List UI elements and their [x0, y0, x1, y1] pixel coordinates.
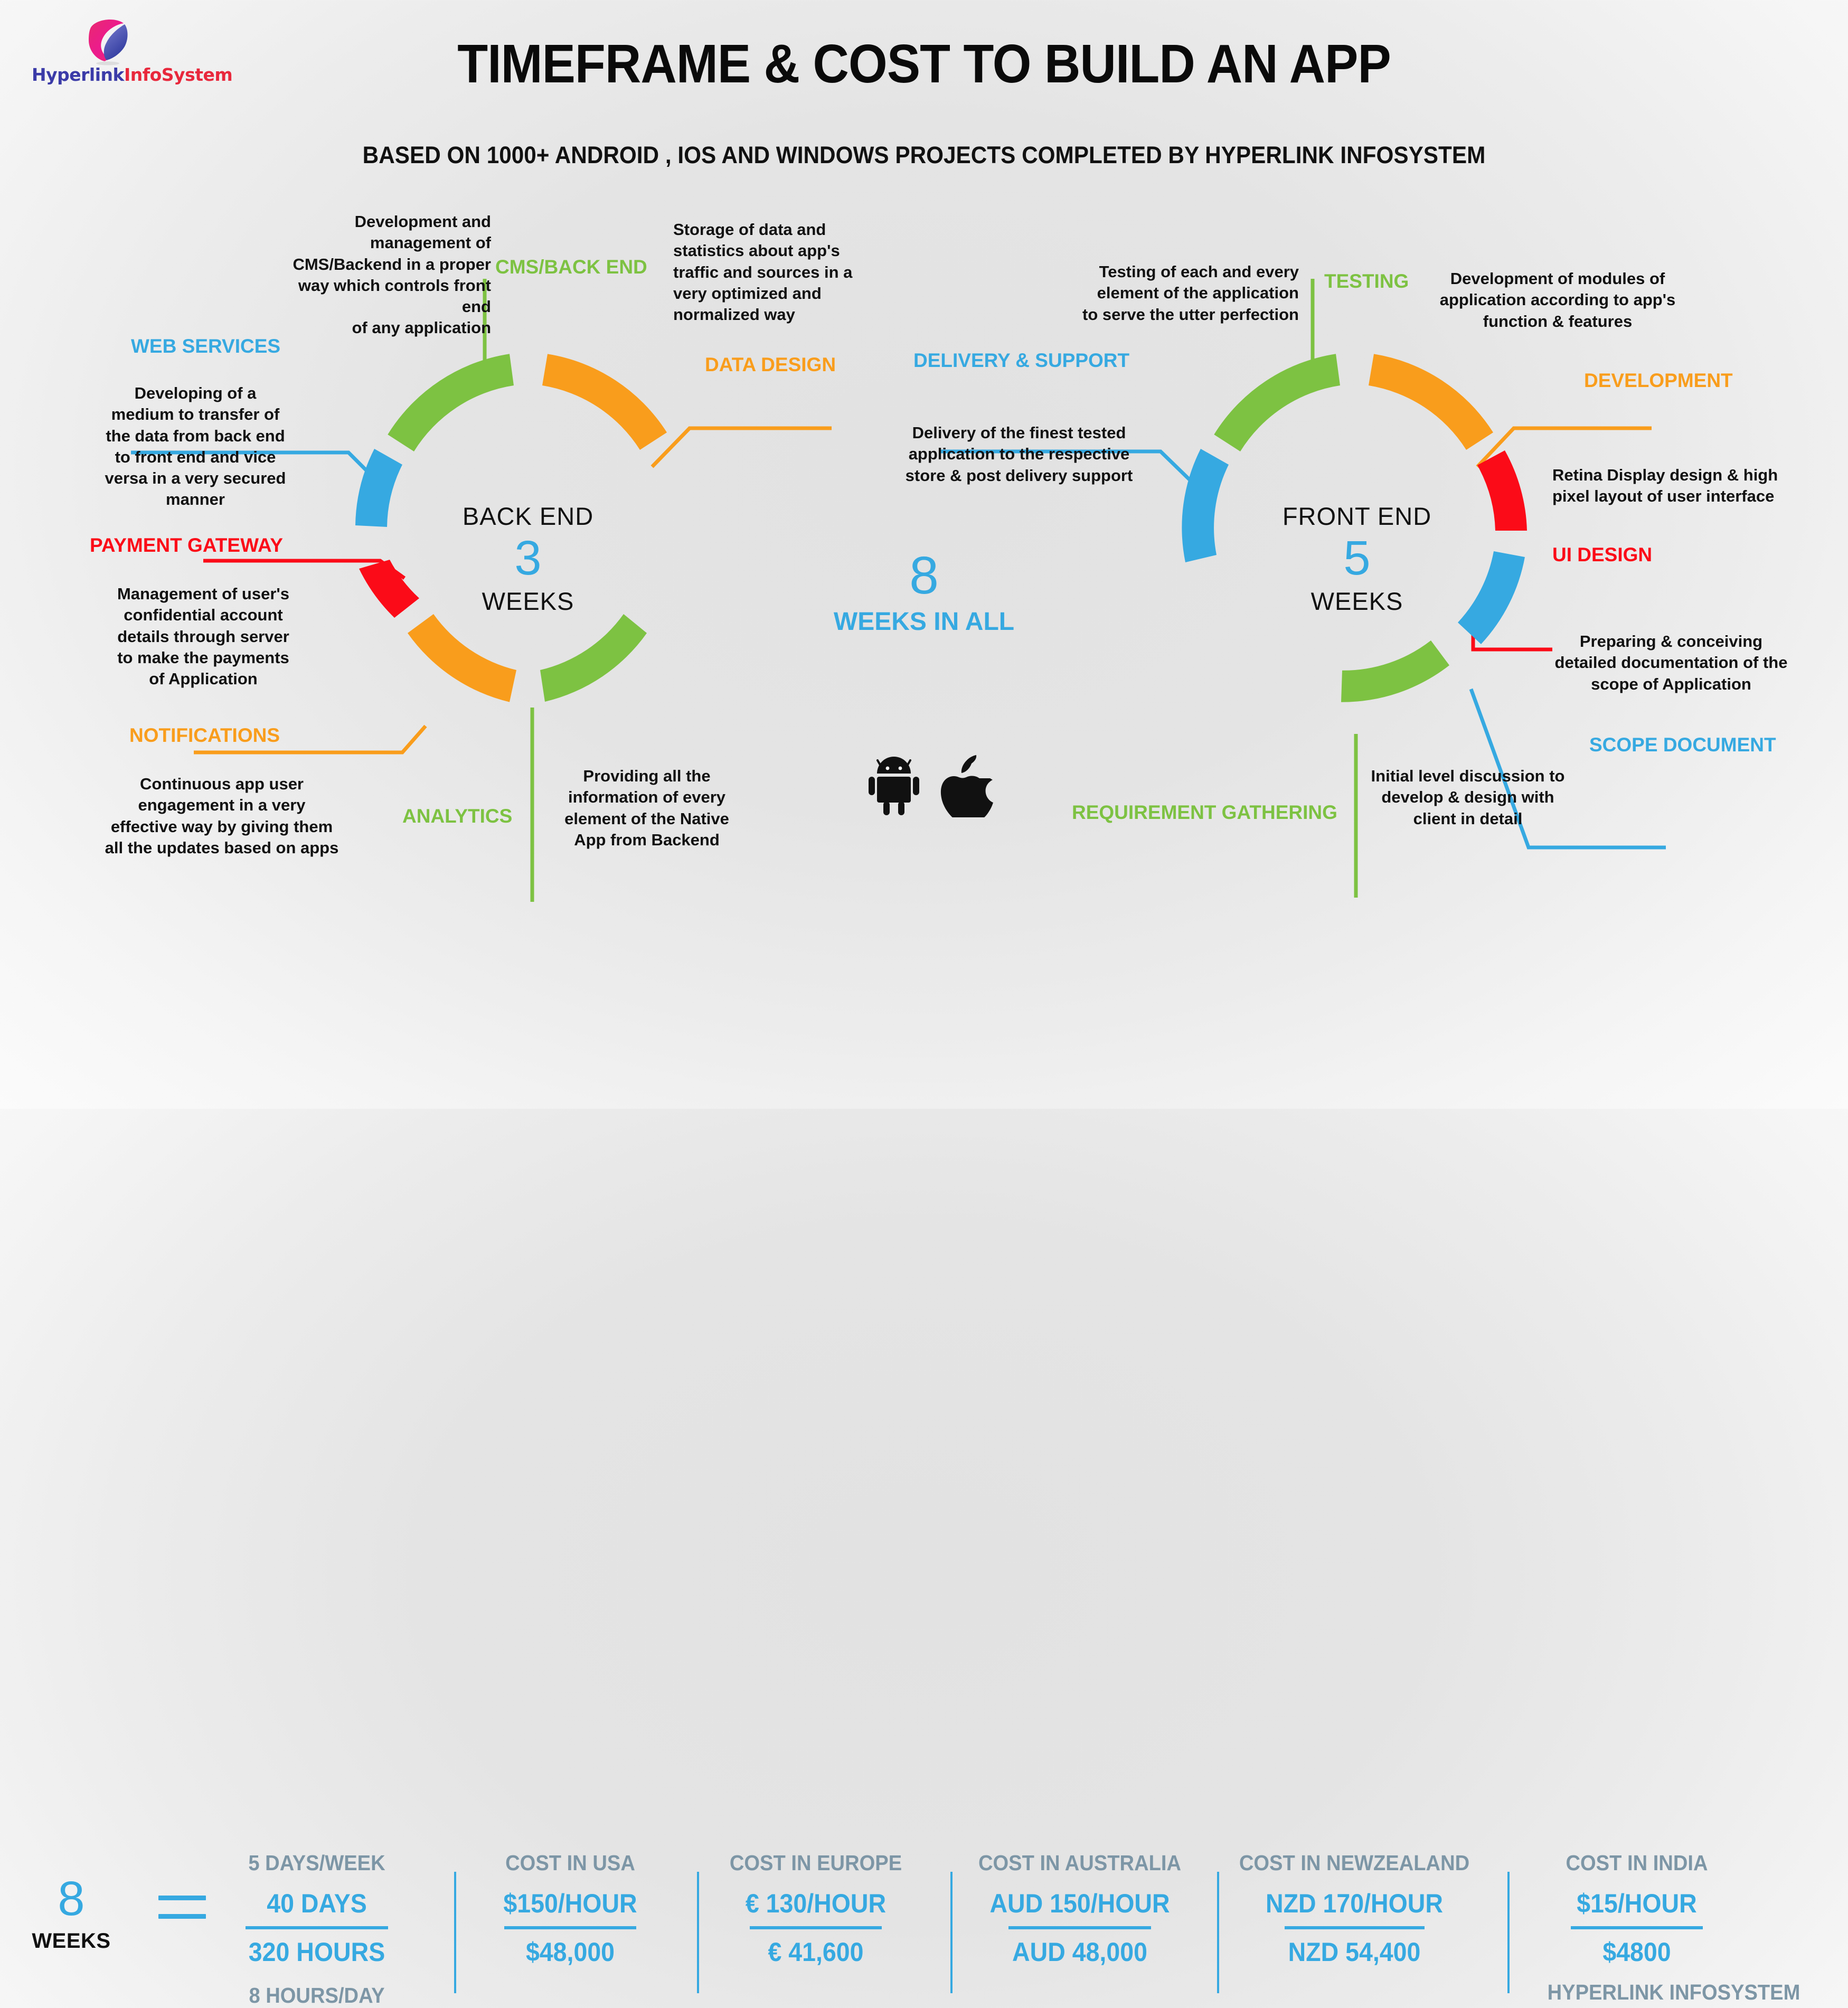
column-head: COST IN USA [505, 1851, 635, 1875]
label-cms-back-end: CMS/BACK END [495, 256, 647, 278]
infographic-canvas: HyperlinkInfoSystem TIMEFRAME & COST TO … [0, 0, 1848, 2007]
desc-notifications: Continuous app user engagement in a very e… [105, 775, 339, 857]
label-testing: TESTING [1324, 270, 1409, 292]
column-value: $15/HOUR [1577, 1889, 1697, 1918]
apple-icon [940, 755, 993, 821]
cost-column-days: 5 DAYS/WEEK 40 DAYS 320 HOURS 8 HOURS/DA… [211, 1851, 422, 2008]
column-head: 5 DAYS/WEEK [248, 1851, 385, 1875]
column-value: NZD 170/HOUR [1266, 1889, 1443, 1918]
desc-delivery-support: Delivery of the finest tested application… [905, 423, 1133, 485]
column-divider [1217, 1872, 1219, 1993]
backend-hub-unit: WEEKS [482, 587, 574, 615]
column-sub: AUD 48,000 [1012, 1937, 1147, 1967]
footer-weeks-unit: WEEKS [32, 1929, 111, 1953]
column-sub: 320 HOURS [248, 1937, 385, 1967]
arc-testing [1214, 354, 1340, 451]
label-analytics: ANALYTICS [402, 805, 513, 827]
frontend-hub-title: FRONT END [1282, 502, 1432, 530]
frontend-hub-unit: WEEKS [1310, 587, 1403, 615]
label-ui-design: UI DESIGN [1552, 544, 1653, 565]
arc-delivery-support [1182, 449, 1229, 562]
backend-hub-title: BACK END [462, 502, 594, 530]
column-value: 40 DAYS [267, 1889, 367, 1918]
footer-weeks-number: 8 [58, 1872, 85, 1926]
android-icon [869, 757, 919, 815]
desc-analytics: Providing all the information of every ele… [564, 767, 729, 849]
label-scope-document: SCOPE DOCUMENT [1589, 734, 1776, 756]
cost-column-india: COST IN INDIA $15/HOUR $4800 [1521, 1851, 1753, 1967]
arc-analytics [540, 614, 647, 702]
desc-ui-design: Retina Display design & high pixel layout… [1552, 466, 1778, 506]
column-divider [454, 1872, 456, 1993]
arc-data-design [542, 354, 667, 450]
total-weeks-unit: WEEKS IN ALL [833, 608, 1015, 636]
desc-payment-gateway: Management of user's confidential account… [117, 585, 290, 689]
footer-brand: HYPERLINK INFOSYSTEM [1547, 1980, 1800, 2004]
frontend-hub-number: 5 [1343, 531, 1371, 585]
desc-data-design: Storage of data and statistics about app'… [673, 220, 853, 324]
cost-table: 8 WEEKS 5 DAYS/WEEK 40 DAYS 320 HOURS 8 … [0, 921, 1848, 2007]
column-head: COST IN AUSTRALIA [978, 1851, 1182, 1875]
column-sub: NZD 54,400 [1288, 1937, 1421, 1967]
arc-web-services [355, 449, 402, 527]
column-divider [950, 1872, 953, 1993]
arc-ui-design [1477, 450, 1527, 531]
page-subtitle: BASED ON 1000+ ANDROID , IOS AND WINDOWS… [362, 142, 1486, 168]
label-requirement-gathering: REQUIREMENT GATHERING [1072, 802, 1337, 823]
column-head: COST IN NEWZEALAND [1239, 1851, 1470, 1875]
label-delivery-support: DELIVERY & SUPPORT [913, 350, 1130, 371]
desc-development: Development of modules of application acc… [1439, 269, 1676, 331]
total-weeks-number: 8 [909, 546, 939, 605]
backend-hub-number: 3 [514, 531, 542, 585]
desc-web-services: Developing of a medium to transfer of the … [105, 384, 286, 509]
column-note: 8 HOURS/DAY [249, 1983, 385, 2007]
column-head: COST IN INDIA [1566, 1851, 1708, 1875]
footer-weeks: 8 WEEKS [16, 1874, 127, 1953]
page-title: TIMEFRAME & COST TO BUILD AN APP [457, 33, 1391, 94]
label-web-services: WEB SERVICES [131, 335, 281, 357]
column-value: € 130/HOUR [745, 1889, 887, 1918]
cost-column-australia: COST IN AUSTRALIA AUD 150/HOUR AUD 48,00… [964, 1851, 1196, 1967]
desc-testing: Testing of each and every element of the … [1082, 262, 1299, 324]
column-divider [1507, 1872, 1510, 1993]
arc-development [1369, 354, 1493, 450]
arc-cms-back-end [388, 354, 514, 451]
desc-requirement-gathering: Initial level discussion to develop & des… [1371, 767, 1565, 828]
cost-column-newzealand: COST IN NEWZEALAND NZD 170/HOUR NZD 54,4… [1230, 1851, 1478, 1967]
column-divider [697, 1872, 699, 1993]
backend-hub: BACK END 3 WEEKS [401, 502, 655, 616]
cost-column-usa: COST IN USA $150/HOUR $48,000 [465, 1851, 676, 1967]
column-value: AUD 150/HOUR [989, 1889, 1170, 1918]
arc-requirement-gathering [1341, 640, 1449, 702]
column-sub: € 41,600 [768, 1937, 864, 1967]
arc-notifications [408, 614, 516, 702]
cost-column-europe: COST IN EUROPE € 130/HOUR € 41,600 [710, 1851, 921, 1967]
label-payment-gateway: PAYMENT GATEWAY [90, 534, 283, 556]
desc-scope-document: Preparing & conceiving detailed documenta… [1554, 632, 1788, 693]
desc-cms-back-end: Development and management of CMS/Backend … [293, 212, 491, 337]
column-sub: $4800 [1602, 1937, 1671, 1967]
equals-sign [158, 1896, 206, 1919]
frontend-hub: FRONT END 5 WEEKS [1230, 502, 1484, 616]
label-data-design: DATA DESIGN [705, 354, 836, 375]
platform-icons [866, 749, 998, 821]
column-head: COST IN EUROPE [729, 1851, 902, 1875]
total-weeks: 8 WEEKS IN ALL [808, 549, 1040, 636]
column-value: $150/HOUR [503, 1889, 637, 1918]
column-sub: $48,000 [525, 1937, 615, 1967]
label-notifications: NOTIFICATIONS [129, 724, 280, 746]
label-development: DEVELOPMENT [1584, 370, 1733, 391]
